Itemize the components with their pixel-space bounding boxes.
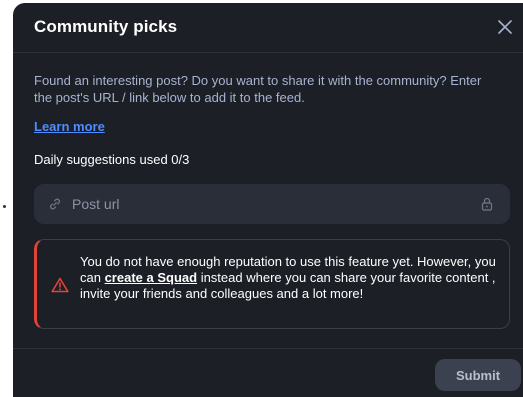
submit-button[interactable]: Submit	[435, 359, 521, 391]
create-squad-link[interactable]: create a Squad	[105, 270, 198, 285]
footer-divider	[13, 348, 523, 349]
modal-title: Community picks	[34, 17, 178, 36]
link-icon	[50, 198, 60, 210]
background-dot	[3, 205, 6, 208]
daily-suggestions-counter: Daily suggestions used 0/3	[34, 152, 190, 167]
reputation-alert: You do not have enough reputation to use…	[34, 239, 510, 329]
post-url-field[interactable]	[34, 184, 510, 224]
community-picks-modal: Community picks Found an interesting pos…	[13, 3, 523, 397]
modal-description: Found an interesting post? Do you want t…	[34, 73, 482, 105]
close-button[interactable]	[493, 15, 517, 39]
learn-more-link[interactable]: Learn more	[34, 119, 105, 134]
warning-triangle-icon	[51, 277, 69, 293]
lock-icon	[481, 197, 493, 211]
close-icon	[498, 20, 512, 34]
modal-header: Community picks	[13, 3, 523, 53]
post-url-input[interactable]	[72, 184, 472, 224]
alert-message: You do not have enough reputation to use…	[80, 254, 500, 302]
